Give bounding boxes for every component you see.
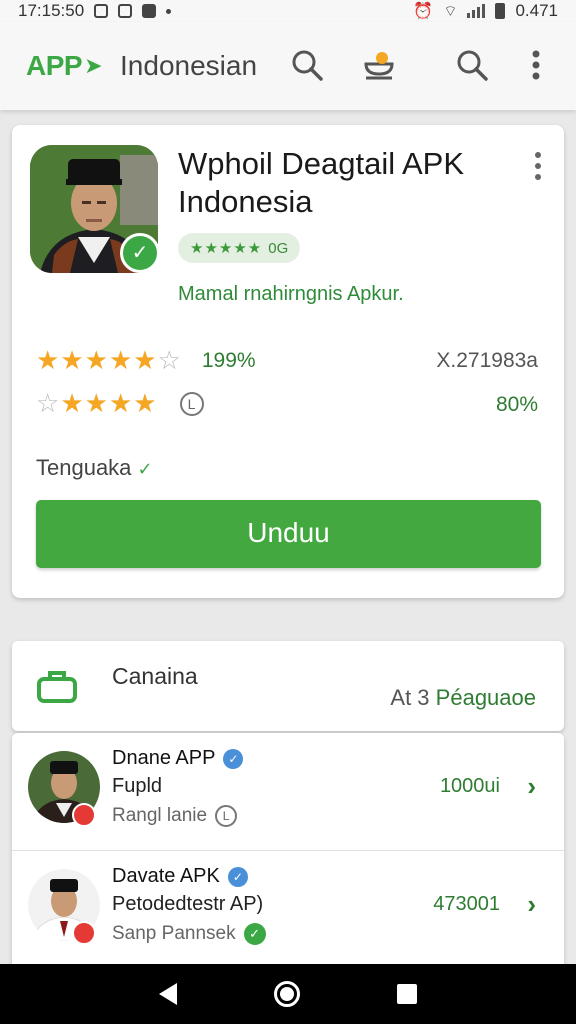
app-bar-title: Indonesian: [120, 50, 258, 81]
star-filled-icon: ★: [108, 388, 133, 418]
section-header: Canaina At 3 Péaguaoe: [12, 641, 564, 731]
list-item-count: 1000ui: [439, 775, 500, 797]
star-filled-icon: ★: [60, 388, 84, 418]
star-filled-icon: ★: [133, 388, 157, 418]
more-vert-icon[interactable]: [528, 48, 544, 82]
section-title: Canaina: [112, 663, 198, 689]
info-circle-icon: L: [215, 805, 238, 827]
battery-text: 0.471: [515, 1, 558, 20]
rating-pill: ★★★★★ 0G: [178, 233, 301, 263]
star-empty-icon: ☆: [157, 345, 181, 375]
list-item-name: Dnane APP ✓: [112, 747, 244, 770]
star-filled-icon: ★: [84, 388, 108, 418]
recents-icon[interactable]: [397, 984, 418, 1004]
section-more-prefix: At 3: [390, 685, 430, 710]
list-item-meta: Rangl lanie L: [112, 805, 238, 827]
rating-row-1: ★★★★★☆ 199%: [36, 347, 256, 374]
battery-icon: [495, 3, 506, 19]
list-item-title: Dnane APP: [112, 747, 216, 769]
list-item-meta-text: Rangl lanie: [112, 805, 208, 826]
list-item-meta: Sanp Pannsek ✓: [112, 923, 266, 945]
verified-icon: ✓: [227, 866, 248, 887]
notification-icon: [118, 4, 133, 18]
list-item-count: 473001: [433, 893, 500, 915]
notification-icon[interactable]: [362, 48, 396, 82]
list-item-subtitle: Petodedtestr AP): [112, 893, 264, 915]
wifi-icon: ⌔: [443, 2, 458, 20]
app-logo[interactable]: APP: [26, 50, 83, 82]
badge-icon: [72, 921, 96, 945]
download-button[interactable]: Unduu: [36, 500, 541, 568]
status-label-text: Tenguaka: [36, 455, 132, 480]
search-icon[interactable]: [290, 48, 324, 82]
check-circle-icon: ✓: [243, 923, 266, 945]
rating-percent: 199%: [201, 348, 256, 372]
list-item-title: Davate APK: [112, 865, 220, 887]
top-app-bar: APP ➤ Indonesian: [0, 22, 576, 110]
list-item-meta-text: Sanp Pannsek: [112, 923, 236, 944]
briefcase-icon: [37, 671, 77, 703]
pill-text: 0G: [268, 239, 289, 257]
star-filled-icon: ★: [60, 345, 84, 375]
star-rating: ☆★★★★: [36, 390, 158, 417]
star-filled-icon: ★: [133, 345, 157, 375]
status-time: 17:15:50: [18, 1, 85, 20]
more-notifications-icon: [166, 8, 172, 14]
star-filled-icon: ★: [84, 345, 108, 375]
star-filled-icon: ★: [36, 345, 60, 375]
info-circle-icon: L: [179, 391, 204, 416]
verified-icon: ✓: [223, 748, 244, 769]
star-filled-icon: ★: [108, 345, 133, 375]
alarm-icon: ⏰: [413, 3, 434, 20]
star-rating: ★★★★★☆: [36, 347, 182, 374]
verified-check-icon: ✓: [120, 233, 160, 273]
pill-stars-icon: ★★★★★: [190, 240, 263, 257]
section-more-label: Péaguaoe: [435, 685, 536, 710]
list-item-subtitle: Fupld: [112, 775, 163, 797]
rating-percent-right: 80%: [495, 393, 538, 416]
notification-icon: [94, 4, 109, 18]
list-item[interactable]: Davate APK ✓ Petodedtestr AP) Sanp Panns…: [12, 850, 564, 967]
app-list: Dnane APP ✓ Fupld Rangl lanie L 1000ui ›…: [12, 733, 564, 969]
app-detail-card: ✓ Wphoil Deagtail APK Indonesia ★★★★★ 0G…: [12, 125, 564, 598]
logo-arrow-icon: ➤: [84, 53, 103, 78]
check-icon: ✓: [137, 459, 153, 479]
app-title: Wphoil Deagtail APK Indonesia: [178, 146, 465, 219]
status-bar: 17:15:50 ⏰ ⌔ 0.471: [0, 0, 576, 22]
signal-icon: [467, 4, 486, 18]
star-empty-icon: ☆: [36, 388, 60, 418]
system-nav-bar: [0, 964, 576, 1024]
status-label: Tenguaka ✓: [36, 455, 153, 481]
back-icon[interactable]: [158, 983, 177, 1005]
developer-name[interactable]: Mamal rnahirngnis Apkur.: [178, 283, 404, 306]
list-item-name: Davate APK ✓: [112, 865, 248, 888]
rating-row-2: ☆★★★★ L: [36, 390, 204, 417]
list-item[interactable]: Dnane APP ✓ Fupld Rangl lanie L 1000ui ›: [12, 733, 564, 850]
download-count: X.271983a: [436, 349, 538, 372]
section-more-link[interactable]: At 3 Péaguaoe: [390, 685, 536, 711]
more-vert-icon[interactable]: [534, 151, 542, 181]
home-icon[interactable]: [273, 981, 300, 1007]
chevron-right-icon[interactable]: ›: [527, 889, 536, 920]
notification-icon: [142, 4, 157, 18]
badge-icon: [72, 803, 96, 827]
chevron-right-icon[interactable]: ›: [527, 771, 536, 802]
search-icon[interactable]: [455, 48, 489, 82]
